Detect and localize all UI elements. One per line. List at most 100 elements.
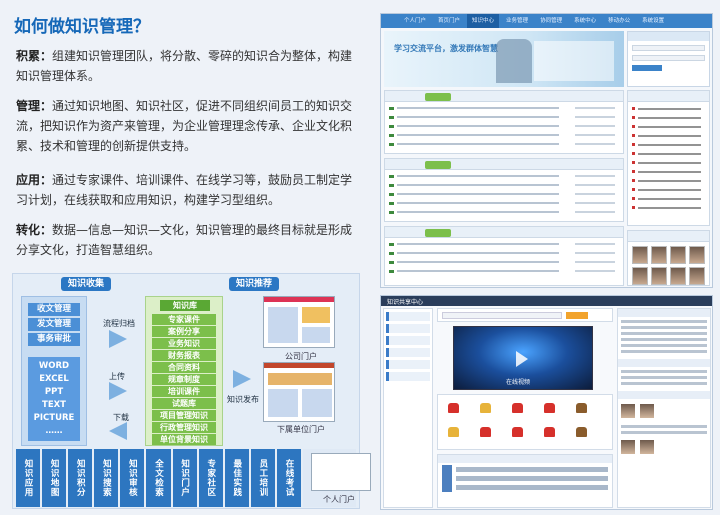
category-icon[interactable] bbox=[512, 427, 523, 437]
nav-item[interactable]: 移动办公 bbox=[603, 14, 635, 28]
category-icon[interactable] bbox=[480, 403, 491, 413]
sidebar-item[interactable] bbox=[386, 336, 430, 345]
video-player[interactable]: 在线视频 bbox=[453, 326, 593, 390]
app-cell: 知识门户 bbox=[172, 449, 197, 507]
app-cell: 知识地图 bbox=[42, 449, 67, 507]
tab-knowledge-collect: 知识收集 bbox=[61, 277, 111, 291]
doc-type-item: PPT bbox=[44, 387, 64, 397]
app-cell: 知识审核 bbox=[120, 449, 145, 507]
search-input[interactable] bbox=[442, 312, 562, 319]
avatar[interactable] bbox=[621, 440, 635, 454]
banner-glass-image bbox=[534, 41, 614, 81]
sidebar-item[interactable] bbox=[386, 348, 430, 357]
app-cell: 最佳实践 bbox=[224, 449, 249, 507]
app-cell: 知识搜索 bbox=[94, 449, 119, 507]
library-item: 行政管理知识 bbox=[152, 422, 216, 433]
nav-item[interactable]: 系统中心 bbox=[569, 14, 601, 28]
doc-type-item: EXCEL bbox=[39, 374, 69, 384]
doc-type-item: TEXT bbox=[42, 400, 66, 410]
section-text: 数据—信息—知识—文化，知识管理的最终目标就是形成分享文化，打造智慧组织。 bbox=[16, 223, 353, 257]
library-item: 培训课件 bbox=[152, 386, 216, 397]
banner-text: 学习交流平台，激发群体智慧 bbox=[394, 44, 498, 53]
category-icon[interactable] bbox=[544, 427, 555, 437]
avatar[interactable] bbox=[651, 267, 667, 285]
avatar[interactable] bbox=[651, 246, 667, 264]
library-item: 单位背景知识 bbox=[152, 434, 216, 445]
sidebar-item[interactable] bbox=[386, 360, 430, 369]
avatar[interactable] bbox=[670, 246, 686, 264]
category-icon[interactable] bbox=[576, 403, 587, 413]
nav-item[interactable]: 个人门户 bbox=[399, 14, 431, 28]
app-cell: 在线考试 bbox=[276, 449, 302, 507]
label-upload: 上传 bbox=[109, 372, 125, 381]
play-icon[interactable] bbox=[516, 351, 528, 367]
news-item[interactable] bbox=[442, 474, 608, 483]
knowledge-library-column: 知识库 专家课件 案例分享 业务知识 财务报表 合同资料 规章制度 培训课件 试… bbox=[145, 296, 223, 446]
kc-nav: 知识共享中心 bbox=[381, 296, 712, 306]
doc-type-list: WORD EXCEL PPT TEXT PICTURE …… bbox=[28, 357, 80, 441]
login-button[interactable] bbox=[632, 65, 662, 71]
avatar[interactable] bbox=[689, 246, 705, 264]
section-text: 通过知识地图、知识社区，促进不同组织间员工的知识交流，把知识作为资产来管理，为企… bbox=[16, 99, 353, 153]
inbound-doc-button: 收文管理 bbox=[28, 303, 80, 316]
nav-item[interactable]: 协同管理 bbox=[535, 14, 567, 28]
arrow-right-icon bbox=[233, 370, 251, 388]
label-publish: 知识发布 bbox=[227, 395, 259, 404]
avatar[interactable] bbox=[640, 404, 654, 418]
avatar[interactable] bbox=[670, 267, 686, 285]
category-icon[interactable] bbox=[576, 427, 587, 437]
thumb-caption: 下属单位门户 bbox=[277, 425, 325, 434]
avatar[interactable] bbox=[632, 246, 648, 264]
library-title: 知识库 bbox=[160, 300, 210, 311]
category-icon[interactable] bbox=[448, 427, 459, 437]
username-field[interactable] bbox=[632, 45, 705, 51]
nav-item[interactable]: 业务管理 bbox=[501, 14, 533, 28]
app-cell: 知识积分 bbox=[68, 449, 93, 507]
news-item[interactable] bbox=[442, 465, 608, 474]
nav-item-active[interactable]: 知识中心 bbox=[467, 14, 500, 28]
category-icon[interactable] bbox=[544, 403, 555, 413]
search-button[interactable] bbox=[566, 312, 588, 319]
portal-nav: 个人门户 首页门户 知识中心 业务管理 协同管理 系统中心 移动办公 系统设置 bbox=[381, 14, 712, 28]
section-term: 转化： bbox=[16, 223, 53, 237]
news-list bbox=[437, 454, 613, 508]
arrow-left-icon bbox=[109, 422, 127, 440]
avatar[interactable] bbox=[689, 267, 705, 285]
nav-item[interactable]: 系统设置 bbox=[637, 14, 669, 28]
library-item: 规章制度 bbox=[152, 374, 216, 385]
knowledge-center-screenshot: 知识共享中心 在线视频 bbox=[380, 295, 713, 510]
section-accumulate: 积累：组建知识管理团队，将分散、零碎的知识合为整体，构建知识管理体系。 bbox=[16, 46, 356, 86]
login-box bbox=[627, 31, 710, 87]
portal-screenshot: 个人门户 首页门户 知识中心 业务管理 协同管理 系统中心 移动办公 系统设置 … bbox=[380, 13, 713, 288]
section-text: 组建知识管理团队，将分散、零碎的知识合为整体，构建知识管理体系。 bbox=[16, 49, 353, 83]
news-item[interactable] bbox=[442, 483, 608, 492]
nav-item[interactable]: 首页门户 bbox=[433, 14, 465, 28]
category-icon[interactable] bbox=[480, 427, 491, 437]
doc-type-item: PICTURE bbox=[33, 413, 75, 423]
app-cell: 员工培训 bbox=[250, 449, 275, 507]
thumb-caption: 个人门户 bbox=[323, 495, 356, 504]
sidebar-item[interactable] bbox=[386, 324, 430, 333]
kc-main: 在线视频 bbox=[437, 308, 613, 508]
avatar[interactable] bbox=[640, 440, 654, 454]
library-item: 合同资料 bbox=[152, 362, 216, 373]
library-item: 项目管理知识 bbox=[152, 410, 216, 421]
avatar[interactable] bbox=[621, 404, 635, 418]
tab-knowledge-recommend: 知识推荐 bbox=[229, 277, 279, 291]
page: 如何做知识管理？ 积累：组建知识管理团队，将分散、零碎的知识合为整体，构建知识管… bbox=[0, 0, 720, 515]
kc-sidebar bbox=[383, 308, 433, 508]
library-item: 财务报表 bbox=[152, 350, 216, 361]
section-term: 应用： bbox=[16, 173, 53, 187]
category-icon[interactable] bbox=[512, 403, 523, 413]
avatar[interactable] bbox=[632, 267, 648, 285]
sidebar-item[interactable] bbox=[386, 312, 430, 321]
collect-column: 收文管理 发文管理 事务审批 WORD EXCEL PPT TEXT PICTU… bbox=[21, 296, 87, 446]
section-text: 通过专家课件、培训课件、在线学习等，鼓励员工制定学习计划，在线获取和应用知识，构… bbox=[16, 173, 353, 207]
knowledge-panel bbox=[384, 158, 624, 222]
password-field[interactable] bbox=[632, 55, 705, 61]
sidebar-item[interactable] bbox=[386, 372, 430, 381]
ranking-list bbox=[627, 90, 710, 226]
category-icons bbox=[437, 394, 613, 450]
category-icon[interactable] bbox=[448, 403, 459, 413]
knowledge-panel bbox=[384, 226, 624, 286]
